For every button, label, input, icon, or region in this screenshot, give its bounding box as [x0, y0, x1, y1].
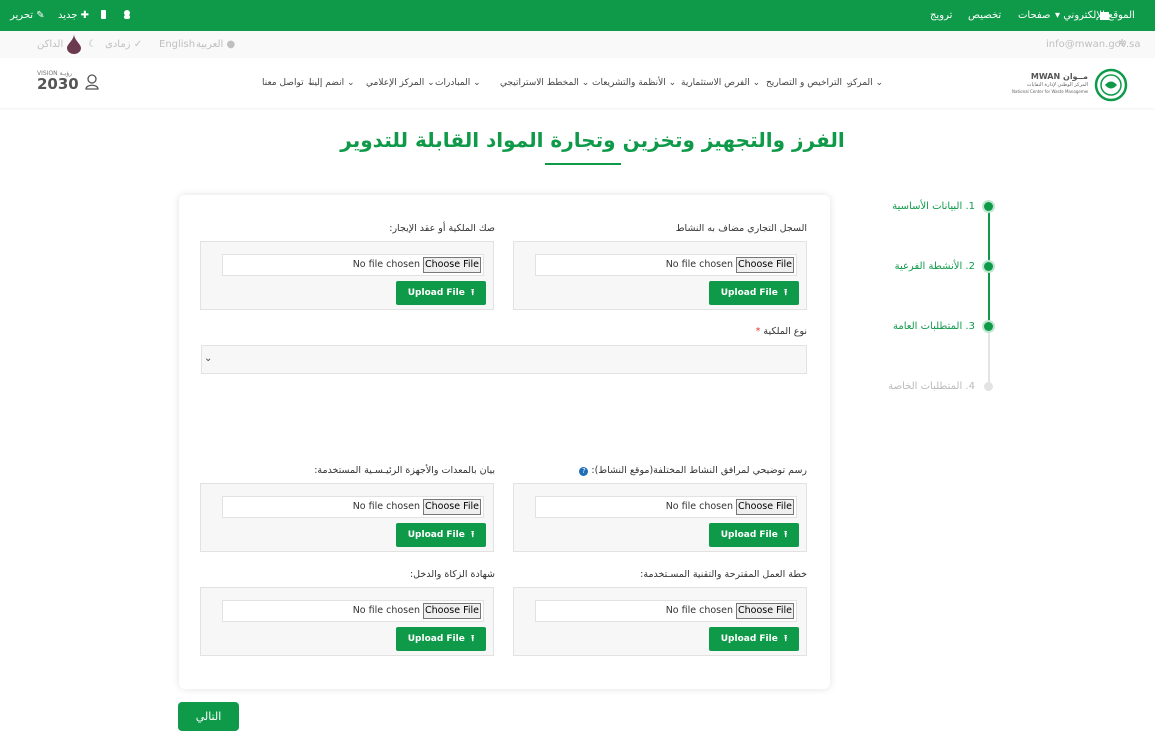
ownership-type-label: نوع الملكية * — [755, 326, 807, 337]
vision-2030-logo[interactable]: VISION رؤيـة 2030 — [37, 70, 89, 98]
utility-bar: info@mwan.gov.sa ✲ العربية ● English زما… — [0, 31, 1155, 58]
gear-icon[interactable]: ✲ — [1118, 38, 1126, 49]
commercial-register-file-input[interactable]: No file chosen Choose File — [535, 254, 797, 276]
upload-icon: ⭱ — [784, 634, 788, 644]
vision-year: 2030 — [37, 75, 79, 93]
edit-link[interactable]: ✎ تحرير — [10, 10, 45, 21]
page-title: الفرز والتجهيز وتخزين وتجارة المواد القا… — [340, 128, 845, 152]
nav-contact[interactable]: تواصل معنا ⌄ — [262, 78, 314, 88]
mwan-logo[interactable]: MWAN مــوان المركز الوطني لإدارة النفايا… — [1012, 68, 1132, 102]
choose-file-button[interactable]: Choose File — [423, 603, 481, 619]
no-file-text: No file chosen — [352, 259, 420, 270]
upload-icon: ⭱ — [471, 634, 475, 644]
no-file-text: No file chosen — [665, 501, 733, 512]
no-file-text: No file chosen — [352, 605, 420, 616]
stepper-line-pending — [988, 326, 990, 386]
ownership-deed-file-input[interactable]: No file chosen Choose File — [222, 254, 484, 276]
site-diagram-upload: No file chosen Choose File Upload File ⭱ — [513, 483, 807, 552]
no-file-text: No file chosen — [665, 259, 733, 270]
work-plan-label: خطة العمل المقترحة والتقنية المسـتخدمة: — [640, 569, 807, 580]
site-header: VISION رؤيـة 2030 تواصل معنا ⌄ انضم إلين… — [0, 58, 1155, 108]
nav-regulations[interactable]: الأنظمة والتشريعات ⌄ — [592, 78, 676, 88]
nav-center[interactable]: المركز ⌄ — [848, 78, 883, 88]
step-label-4[interactable]: 4. المتطلبات الخاصة — [888, 381, 975, 392]
site-diagram-file-input[interactable]: No file chosen Choose File — [535, 496, 797, 518]
step-label-1[interactable]: 1. البيانات الأساسية — [892, 201, 975, 212]
ownership-deed-upload: No file chosen Choose File Upload File ⭱ — [200, 241, 494, 310]
chevron-down-icon: ⌄ — [204, 353, 213, 364]
commercial-register-label: السجل التجاري مضاف به النشاط — [675, 223, 807, 234]
pages-link[interactable]: صفحات — [1018, 10, 1050, 21]
ownership-deed-label: صك الملكية أو عقد الإيجار: — [389, 223, 495, 234]
step-dot-2 — [984, 262, 993, 271]
zakat-certificate-label: شهادة الزكاة والدخل: — [409, 569, 495, 580]
upload-icon: ⭱ — [471, 288, 475, 298]
upload-icon: ⭱ — [471, 530, 475, 540]
choose-file-button[interactable]: Choose File — [736, 499, 794, 515]
title-underline — [545, 163, 621, 165]
help-icon[interactable]: ? — [579, 467, 589, 476]
nav-media[interactable]: المركز الإعلامي ⌄ — [366, 78, 435, 88]
upload-file-button[interactable]: Upload File ⭱ — [709, 627, 799, 651]
admin-bar: الموقع الإلكتروني ▾ صفحات تخصيص ترويج ✎ … — [0, 0, 1155, 31]
step-label-2[interactable]: 2. الأنشطة الفرعية — [895, 261, 975, 272]
upload-file-button[interactable]: Upload File ⭱ — [396, 281, 486, 305]
zakat-certificate-upload: No file chosen Choose File Upload File ⭱ — [200, 587, 494, 656]
zakat-certificate-file-input[interactable]: No file chosen Choose File — [222, 600, 484, 622]
upload-file-button[interactable]: Upload File ⭱ — [709, 281, 799, 305]
site-menu[interactable]: الموقع الإلكتروني ▾ — [1055, 10, 1135, 21]
step-dot-4 — [984, 382, 993, 391]
dark-theme-toggle[interactable]: الداكن — [37, 39, 63, 50]
choose-file-button[interactable]: Choose File — [736, 257, 794, 273]
upload-file-button[interactable]: Upload File ⭱ — [709, 523, 799, 547]
customize-link[interactable]: تخصيص — [968, 10, 1001, 21]
nav-investment[interactable]: الفرص الاستثمارية ⌄ — [681, 78, 760, 88]
upload-file-button[interactable]: Upload File ⭱ — [396, 627, 486, 651]
equipment-list-file-input[interactable]: No file chosen Choose File — [222, 496, 484, 518]
upload-icon: ⭱ — [784, 530, 788, 540]
english-language-link[interactable]: English — [159, 39, 195, 50]
site-diagram-label: رسم توضيحي لمرافق النشاط المختلفة(موقع ا… — [579, 465, 807, 476]
mwan-emblem-icon — [1094, 68, 1128, 102]
equipment-list-label: بيان بالمعدات والأجهزة الرئيـسـية المستخ… — [314, 465, 495, 476]
work-plan-upload: No file chosen Choose File Upload File ⭱ — [513, 587, 807, 656]
mwan-subtitle: المركز الوطني لإدارة النفايات — [1026, 82, 1088, 88]
user-icon[interactable] — [85, 74, 99, 94]
choose-file-button[interactable]: Choose File — [423, 257, 481, 273]
upload-icon: ⭱ — [784, 288, 788, 298]
step-dot-1 — [984, 202, 993, 211]
choose-file-button[interactable]: Choose File — [423, 499, 481, 515]
new-link[interactable]: ✚ جديد — [58, 10, 89, 21]
work-plan-file-input[interactable]: No file chosen Choose File — [535, 600, 797, 622]
arabic-language-link[interactable]: العربية ● — [196, 39, 235, 50]
equipment-list-upload: No file chosen Choose File Upload File ⭱ — [200, 483, 494, 552]
choose-file-button[interactable]: Choose File — [736, 603, 794, 619]
required-mark: * — [755, 326, 761, 337]
no-file-text: No file chosen — [352, 501, 420, 512]
moon-icon[interactable]: ☾ — [88, 39, 97, 50]
bug-icon[interactable] — [122, 9, 132, 23]
emerald-theme-toggle[interactable]: زمادى ✓ — [105, 39, 142, 50]
step-dot-3 — [984, 322, 993, 331]
step-label-3[interactable]: 3. المتطلبات العامة — [893, 321, 975, 332]
nav-licenses[interactable]: التراخيص و التصاريح ⌄ — [766, 78, 852, 88]
nav-initiatives[interactable]: المبادرات ⌄ — [435, 78, 481, 88]
commercial-register-upload: No file chosen Choose File Upload File ⭱ — [513, 241, 807, 310]
upload-file-button[interactable]: Upload File ⭱ — [396, 523, 486, 547]
no-file-text: No file chosen — [665, 605, 733, 616]
next-button[interactable]: التالي — [178, 702, 239, 731]
mwan-name: MWAN مــوان — [1030, 72, 1088, 81]
mobile-icon[interactable] — [100, 10, 107, 23]
drop-icon — [66, 34, 82, 57]
nav-join[interactable]: انضم إلينا ⌄ — [309, 78, 354, 88]
nav-strategic-plan[interactable]: المخطط الاستراتيجي ⌄ — [500, 78, 589, 88]
ownership-type-select[interactable]: ⌄ — [201, 345, 807, 374]
promote-link[interactable]: ترويج — [930, 10, 952, 21]
mwan-english: National Center for Waste Management — [1012, 89, 1088, 94]
